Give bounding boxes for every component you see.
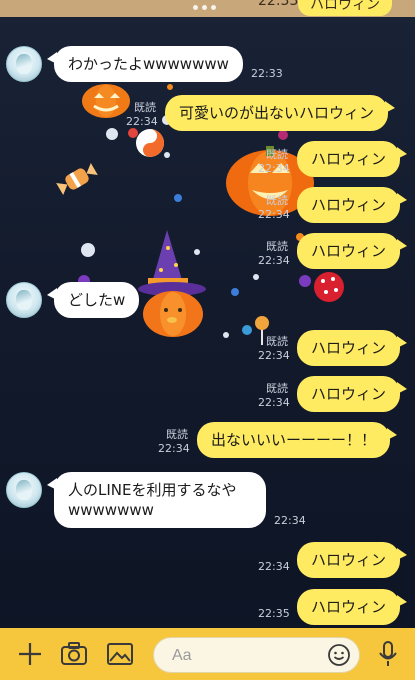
message-bubble-outgoing[interactable]: ハロウィン xyxy=(297,542,408,578)
message-time: 22:33 xyxy=(251,67,283,80)
message-meta: 既読 22:34 xyxy=(258,382,290,410)
message-time: 22:34 xyxy=(274,514,306,527)
message-text: ハロウィン xyxy=(311,551,387,569)
read-receipt: 既読 xyxy=(266,382,288,395)
message-meta: 22:35 xyxy=(258,607,290,621)
message-bubble-outgoing[interactable]: 出ないいいーーーー！！ xyxy=(197,422,398,458)
polka-dot-ball-icon xyxy=(314,272,344,302)
message-time: 22:34 xyxy=(158,442,190,455)
message-text: ハロウィン xyxy=(311,242,387,260)
microphone-icon xyxy=(379,641,397,666)
avatar[interactable] xyxy=(6,282,42,318)
read-receipt: 既読 xyxy=(266,240,288,253)
message-text: ハロウィン xyxy=(311,385,387,403)
small-pumpkin-icon xyxy=(82,84,130,118)
message-meta: 既読 22:34 xyxy=(126,101,158,129)
message-bubble-outgoing[interactable]: ハロウィン xyxy=(297,589,408,625)
read-receipt: 既読 xyxy=(166,428,188,441)
message-input[interactable]: Aa xyxy=(153,637,360,673)
message-bubble-outgoing[interactable]: ハロウィン xyxy=(297,233,408,269)
wrapped-candy-icon xyxy=(56,162,98,196)
message-meta: 既読 22:34 xyxy=(258,148,290,176)
message-bubble-outgoing[interactable]: ハロウィン xyxy=(297,376,408,412)
message-time: 22:35 xyxy=(258,607,290,620)
message-meta: 既読 22:34 xyxy=(158,428,190,456)
read-receipt: 既読 xyxy=(266,194,288,207)
message-text-line: 人のLINEを利用するなや xyxy=(68,481,237,499)
image-button[interactable] xyxy=(102,628,138,680)
emoji-button[interactable] xyxy=(327,643,351,672)
message-composer: Aa xyxy=(0,628,415,680)
read-receipt: 既読 xyxy=(266,148,288,161)
message-time: 22:34 xyxy=(126,115,158,128)
message-text-line: wwwwwww xyxy=(68,501,154,519)
message-meta: 既読 22:34 xyxy=(258,240,290,268)
message-text: 可愛いのが出ないハロウィン xyxy=(179,104,375,122)
read-receipt: 既読 xyxy=(266,335,288,348)
message-bubble-incoming[interactable]: どしたw xyxy=(46,282,140,318)
camera-icon xyxy=(61,642,87,665)
message-text: どしたw xyxy=(68,291,126,309)
message-text: 出ないいいーーーー！！ xyxy=(211,431,377,449)
emoji-icon xyxy=(328,644,350,666)
message-text: わかったよwwwwwww xyxy=(68,55,229,73)
message-text: ハロウィン xyxy=(311,150,387,168)
message-time: 22:34 xyxy=(258,396,290,409)
avatar[interactable] xyxy=(6,472,42,508)
message-text: ハロウィン xyxy=(311,196,387,214)
witch-pumpkin-icon xyxy=(138,230,206,337)
message-bubble-outgoing[interactable]: ハロウィン xyxy=(297,187,408,223)
message-input-placeholder: Aa xyxy=(172,647,192,664)
read-receipt: 既読 xyxy=(134,101,156,114)
message-bubble-incoming[interactable]: わかったよwwwwwww xyxy=(47,46,243,82)
swirl-candy-icon xyxy=(136,129,164,157)
image-icon xyxy=(107,643,133,665)
message-bubble-incoming[interactable]: 人のLINEを利用するなや wwwwwww xyxy=(47,472,266,528)
message-time: 22:34 xyxy=(258,349,290,362)
plus-icon xyxy=(19,643,41,665)
message-time: 22:34 xyxy=(258,560,290,573)
message-time: 22:34 xyxy=(258,208,290,221)
message-text: ハロウィン xyxy=(311,339,387,357)
message-meta: 既読 22:34 xyxy=(258,335,290,363)
message-meta: 22:33 xyxy=(251,67,283,81)
plus-button[interactable] xyxy=(12,628,48,680)
message-bubble-outgoing[interactable]: 可愛いのが出ないハロウィン xyxy=(165,95,396,131)
message-meta: 既読 22:34 xyxy=(258,194,290,222)
camera-button[interactable] xyxy=(56,628,92,680)
message-meta: 22:34 xyxy=(258,560,290,574)
message-text: ハロウィン xyxy=(311,598,387,616)
message-time: 22:34 xyxy=(258,162,290,175)
microphone-button[interactable] xyxy=(370,628,406,680)
message-bubble-outgoing[interactable]: ハロウィン xyxy=(297,330,408,366)
message-bubble-outgoing[interactable]: ハロウィン xyxy=(297,141,408,177)
message-time: 22:34 xyxy=(258,254,290,267)
message-meta: 22:34 xyxy=(274,514,306,528)
avatar[interactable] xyxy=(6,46,42,82)
